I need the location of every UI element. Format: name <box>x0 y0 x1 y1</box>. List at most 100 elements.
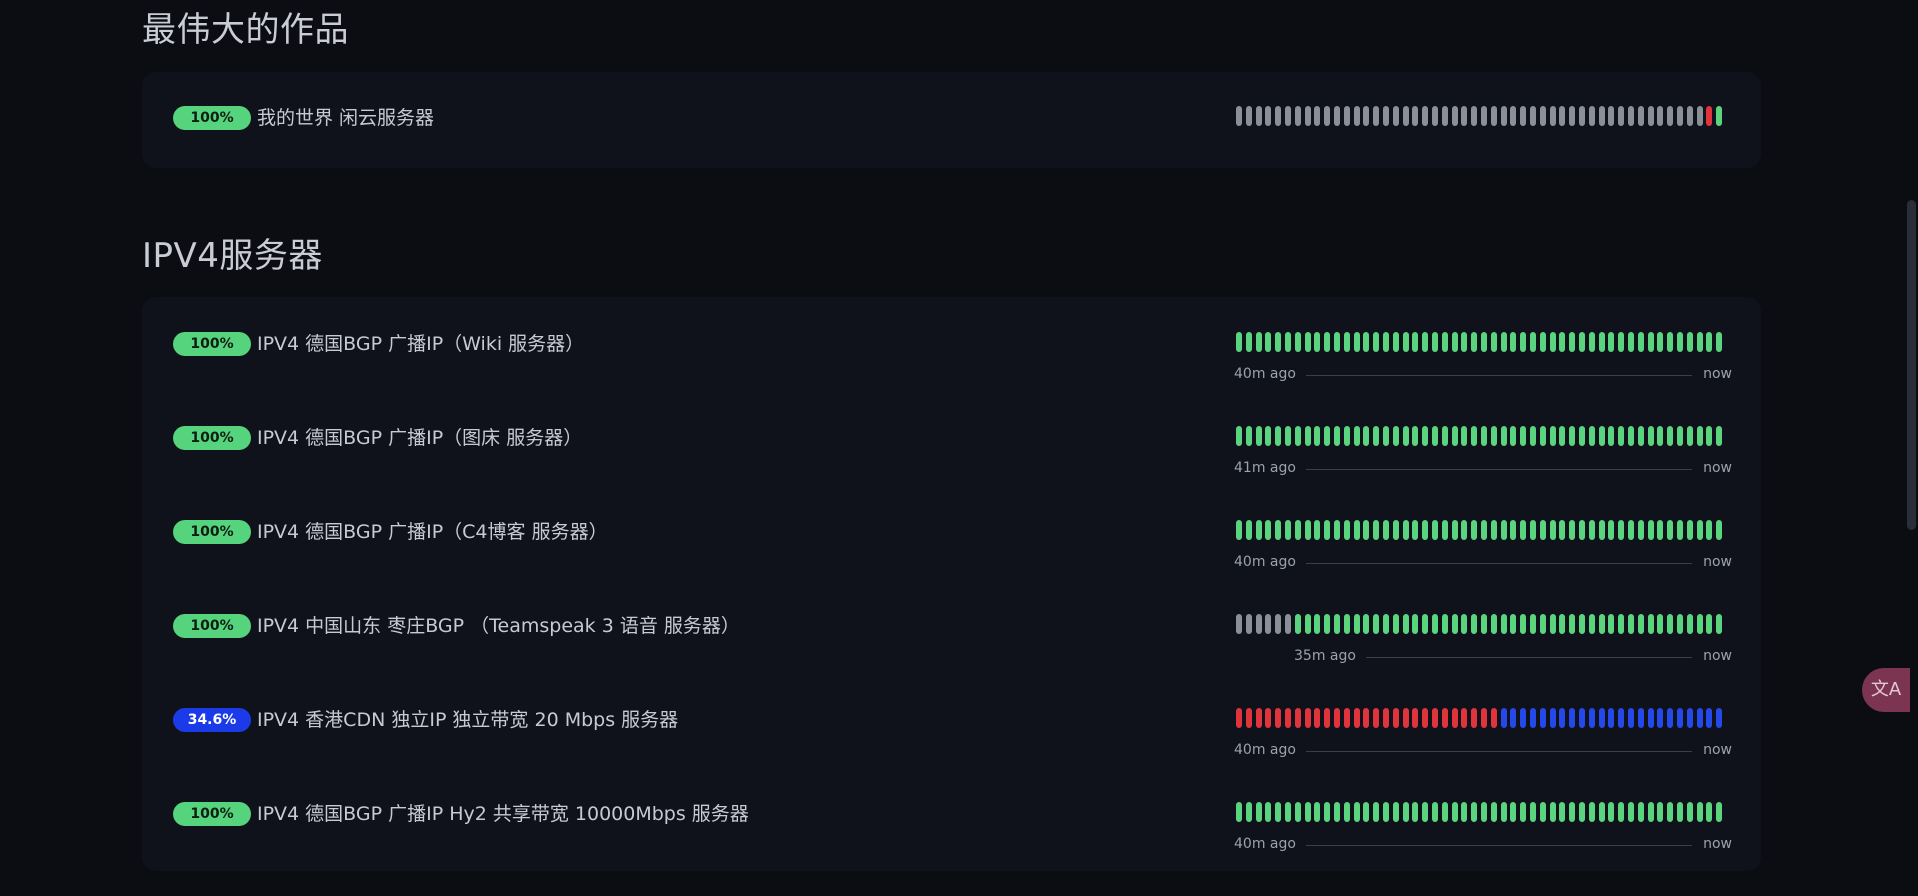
heartbeat-tick[interactable] <box>1294 708 1301 728</box>
heartbeat-tick[interactable] <box>1549 708 1556 728</box>
heartbeat-tick[interactable] <box>1608 614 1615 634</box>
heartbeat-tick[interactable] <box>1579 426 1585 446</box>
heartbeat-tick[interactable] <box>1637 332 1644 352</box>
heartbeat-tick[interactable] <box>1559 106 1566 126</box>
heartbeat-tick[interactable] <box>1383 332 1389 352</box>
heartbeat-tick[interactable] <box>1461 802 1468 822</box>
heartbeat-tick[interactable] <box>1285 106 1291 126</box>
heartbeat-tick[interactable] <box>1265 614 1272 634</box>
heartbeat-tick[interactable] <box>1510 426 1517 446</box>
heartbeat-tick[interactable] <box>1236 426 1242 446</box>
heartbeat-tick[interactable] <box>1637 426 1644 446</box>
heartbeat-tick[interactable] <box>1441 332 1448 352</box>
heartbeat-tick[interactable] <box>1520 802 1527 822</box>
heartbeat-tick[interactable] <box>1677 614 1683 634</box>
heartbeat-tick[interactable] <box>1608 106 1615 126</box>
heartbeat-tick[interactable] <box>1353 332 1360 352</box>
heartbeat-tick[interactable] <box>1314 332 1321 352</box>
heartbeat-tick[interactable] <box>1275 106 1282 126</box>
heartbeat-tick[interactable] <box>1716 426 1723 446</box>
heartbeat-tick[interactable] <box>1441 708 1448 728</box>
heartbeat-tick[interactable] <box>1520 614 1527 634</box>
heartbeat-tick[interactable] <box>1628 708 1634 728</box>
heartbeat-tick[interactable] <box>1667 426 1674 446</box>
monitor-name[interactable]: 我的世界 闲云服务器 <box>257 106 434 130</box>
heartbeat-tick[interactable] <box>1510 802 1517 822</box>
heartbeat-tick[interactable] <box>1490 614 1497 634</box>
heartbeat-tick[interactable] <box>1569 802 1576 822</box>
heartbeat-tick[interactable] <box>1461 614 1468 634</box>
heartbeat-tick[interactable] <box>1334 332 1340 352</box>
heartbeat-tick[interactable] <box>1471 708 1478 728</box>
heartbeat-tick[interactable] <box>1334 708 1340 728</box>
heartbeat-tick[interactable] <box>1285 708 1291 728</box>
heartbeat-tick[interactable] <box>1451 106 1458 126</box>
heartbeat-tick[interactable] <box>1520 708 1527 728</box>
heartbeat-tick[interactable] <box>1363 426 1370 446</box>
heartbeat-tick[interactable] <box>1373 802 1380 822</box>
heartbeat-tick[interactable] <box>1588 802 1595 822</box>
heartbeat-tick[interactable] <box>1686 332 1693 352</box>
monitor-row[interactable]: 100% IPV4 德国BGP 广播IP（图床 服务器） 41m ago now <box>142 426 1761 520</box>
heartbeat-tick[interactable] <box>1461 106 1468 126</box>
heartbeat-tick[interactable] <box>1490 332 1497 352</box>
heartbeat-tick[interactable] <box>1383 614 1389 634</box>
heartbeat-tick[interactable] <box>1628 614 1634 634</box>
heartbeat-tick[interactable] <box>1402 520 1409 540</box>
heartbeat-tick[interactable] <box>1618 614 1625 634</box>
monitor-row[interactable]: 100% 我的世界 闲云服务器 <box>142 106 1761 200</box>
heartbeat-tick[interactable] <box>1647 708 1654 728</box>
heartbeat-tick[interactable] <box>1481 106 1487 126</box>
heartbeat-tick[interactable] <box>1451 426 1458 446</box>
heartbeat-tick[interactable] <box>1334 106 1340 126</box>
heartbeat-tick[interactable] <box>1608 332 1615 352</box>
page-scrollbar[interactable] <box>1907 200 1916 530</box>
heartbeat-tick[interactable] <box>1628 802 1634 822</box>
heartbeat-tick[interactable] <box>1598 708 1605 728</box>
heartbeat-tick[interactable] <box>1471 614 1478 634</box>
heartbeat-tick[interactable] <box>1236 106 1242 126</box>
heartbeat-tick[interactable] <box>1549 614 1556 634</box>
heartbeat-tick[interactable] <box>1412 426 1419 446</box>
heartbeat-tick[interactable] <box>1343 614 1350 634</box>
heartbeat-tick[interactable] <box>1686 520 1693 540</box>
heartbeat-tick[interactable] <box>1363 520 1370 540</box>
heartbeat-tick[interactable] <box>1637 708 1644 728</box>
heartbeat-tick[interactable] <box>1236 802 1242 822</box>
heartbeat-tick[interactable] <box>1677 802 1683 822</box>
heartbeat-tick[interactable] <box>1559 802 1566 822</box>
heartbeat-tick[interactable] <box>1432 520 1438 540</box>
heartbeat-tick[interactable] <box>1275 614 1282 634</box>
heartbeat-tick[interactable] <box>1402 426 1409 446</box>
heartbeat-tick[interactable] <box>1265 332 1272 352</box>
heartbeat-tick[interactable] <box>1461 426 1468 446</box>
heartbeat-tick[interactable] <box>1539 614 1546 634</box>
heartbeat-tick[interactable] <box>1530 708 1536 728</box>
heartbeat-tick[interactable] <box>1598 802 1605 822</box>
heartbeat-tick[interactable] <box>1618 802 1625 822</box>
heartbeat-tick[interactable] <box>1569 614 1576 634</box>
heartbeat-tick[interactable] <box>1324 708 1331 728</box>
heartbeat-tick[interactable] <box>1647 426 1654 446</box>
heartbeat-tick[interactable] <box>1716 332 1723 352</box>
heartbeat-tick[interactable] <box>1314 106 1321 126</box>
heartbeat-tick[interactable] <box>1686 708 1693 728</box>
heartbeat-tick[interactable] <box>1245 426 1252 446</box>
heartbeat-tick[interactable] <box>1667 614 1674 634</box>
heartbeat-tick[interactable] <box>1441 802 1448 822</box>
heartbeat-tick[interactable] <box>1696 426 1703 446</box>
heartbeat-tick[interactable] <box>1530 614 1536 634</box>
heartbeat-tick[interactable] <box>1569 708 1576 728</box>
heartbeat-tick[interactable] <box>1569 332 1576 352</box>
heartbeat-tick[interactable] <box>1657 332 1664 352</box>
heartbeat-tick[interactable] <box>1373 332 1380 352</box>
heartbeat-tick[interactable] <box>1559 614 1566 634</box>
heartbeat-tick[interactable] <box>1481 614 1487 634</box>
heartbeat-tick[interactable] <box>1343 520 1350 540</box>
heartbeat-tick[interactable] <box>1275 802 1282 822</box>
heartbeat-tick[interactable] <box>1294 332 1301 352</box>
heartbeat-tick[interactable] <box>1530 332 1536 352</box>
heartbeat-tick[interactable] <box>1530 426 1536 446</box>
heartbeat-tick[interactable] <box>1706 802 1713 822</box>
heartbeat-tick[interactable] <box>1598 426 1605 446</box>
